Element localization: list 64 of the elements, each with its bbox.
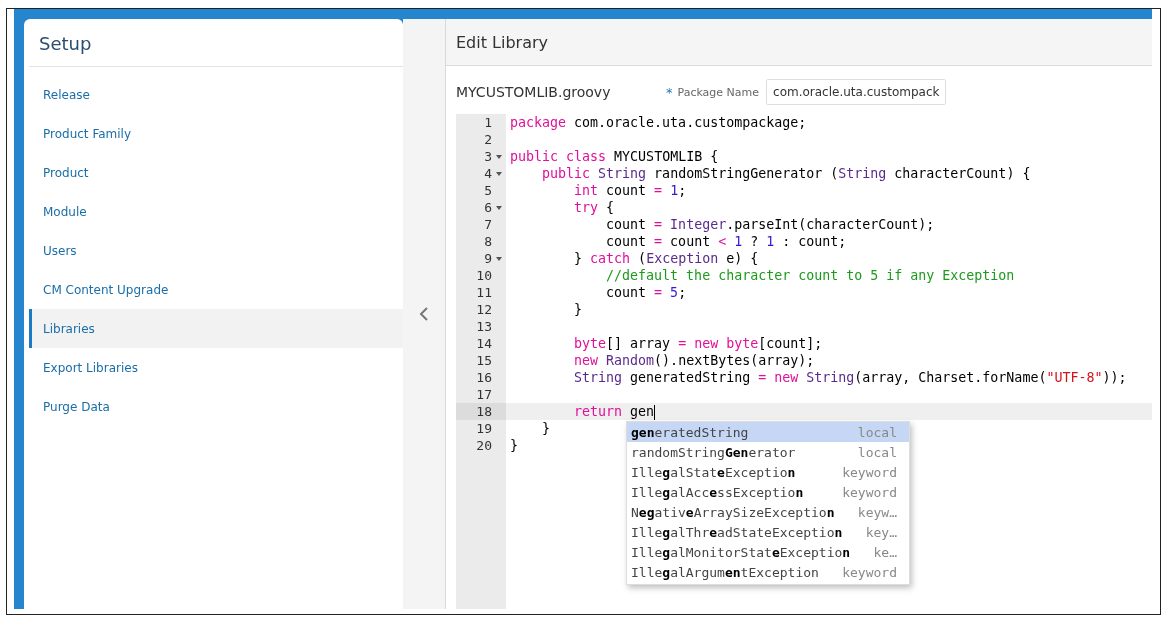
package-name-field[interactable]: com.oracle.uta.custompack — [766, 79, 947, 105]
fold-arrow-icon[interactable] — [496, 172, 502, 176]
fold-arrow-icon[interactable] — [496, 155, 502, 159]
required-mark: * — [666, 84, 673, 100]
line-number: 2 — [484, 131, 492, 148]
line-number: 12 — [476, 301, 492, 318]
line-number: 14 — [476, 335, 492, 352]
suggestion-item[interactable]: IllegalStateException keyword — [627, 462, 909, 482]
code-line: } catch (Exception e) { — [573, 250, 759, 267]
code-line: count = count < 1 ? 1 : count; — [605, 233, 847, 250]
code-line: try { — [573, 199, 615, 216]
suggestion-item[interactable]: IllegalAccessException keyword — [627, 482, 909, 502]
line-number: 5 — [484, 182, 492, 199]
code-line: count = Integer.parseInt(characterCount); — [605, 216, 935, 233]
line-number: 4 — [484, 165, 492, 182]
line-number: 7 — [484, 216, 492, 233]
sidebar-item[interactable]: Module — [29, 192, 403, 231]
code-line: public class MYCUSTOMLIB { — [509, 148, 719, 165]
line-number: 10 — [476, 267, 492, 284]
code-line: } — [541, 420, 551, 437]
line-number: 8 — [484, 233, 492, 250]
sidebar-item[interactable]: Product Family — [29, 114, 403, 153]
line-number: 9 — [484, 250, 492, 267]
line-number: 6 — [484, 199, 492, 216]
sidebar-item[interactable]: Users — [29, 231, 403, 270]
line-number: 18 — [476, 403, 492, 420]
line-number: 20 — [476, 437, 492, 454]
suggestion-item[interactable]: IllegalMonitorStateException ke… — [627, 542, 909, 562]
fold-arrow-icon[interactable] — [496, 206, 502, 210]
code-line: new Random().nextBytes(array); — [573, 352, 815, 369]
code-line: int count = 1; — [573, 182, 687, 199]
line-number: 16 — [476, 369, 492, 386]
code-line: String generatedString = new String(array, Charset.forName("UTF-8")); — [573, 369, 1127, 386]
code-line: package com.oracle.uta.custompackage; — [509, 114, 807, 131]
panel-title: Edit Library — [446, 19, 1152, 66]
code-line: //default the character count to 5 if any Exception — [605, 267, 1015, 284]
sidebar-item[interactable]: Purge Data — [29, 387, 403, 426]
suggestion-item[interactable]: IllegalThreadStateException key… — [627, 522, 909, 542]
sidebar-item[interactable]: CM Content Upgrade — [29, 270, 403, 309]
fold-arrow-icon[interactable] — [496, 257, 502, 261]
code-line: } — [573, 301, 583, 318]
file-name: MYCUSTOMLIB.groovy — [456, 84, 612, 100]
code-line: } — [509, 437, 518, 454]
line-number: 15 — [476, 352, 492, 369]
suggestion-item[interactable]: randomStringGenerator local — [627, 442, 909, 462]
suggestion-item[interactable]: generatedString local — [627, 422, 909, 442]
code-line: count = 5; — [605, 284, 687, 301]
line-number: 1 — [484, 114, 492, 131]
sidebar-item[interactable]: Product — [29, 153, 403, 192]
line-number: 3 — [484, 148, 492, 165]
line-number: 11 — [476, 284, 492, 301]
code-line: return gen — [573, 403, 656, 420]
sidebar-item[interactable]: Libraries — [29, 309, 403, 348]
sidebar-item[interactable]: Export Libraries — [29, 348, 403, 387]
sidebar-item[interactable]: Release — [29, 75, 403, 114]
line-number: 13 — [476, 318, 492, 335]
suggestion-item[interactable]: NegativeArraySizeException keyw… — [627, 502, 909, 522]
chevron-left-icon[interactable] — [419, 307, 429, 321]
line-number: 17 — [476, 386, 492, 403]
field-label: Package Name — [677, 85, 760, 99]
code-line: public String randomStringGenerator (String characterCount) { — [541, 165, 1031, 182]
suggestion-item[interactable]: IllegalArgumentException keyword — [627, 562, 909, 582]
line-number: 19 — [476, 420, 492, 437]
code-line: byte[] array = new byte[count]; — [573, 335, 823, 352]
